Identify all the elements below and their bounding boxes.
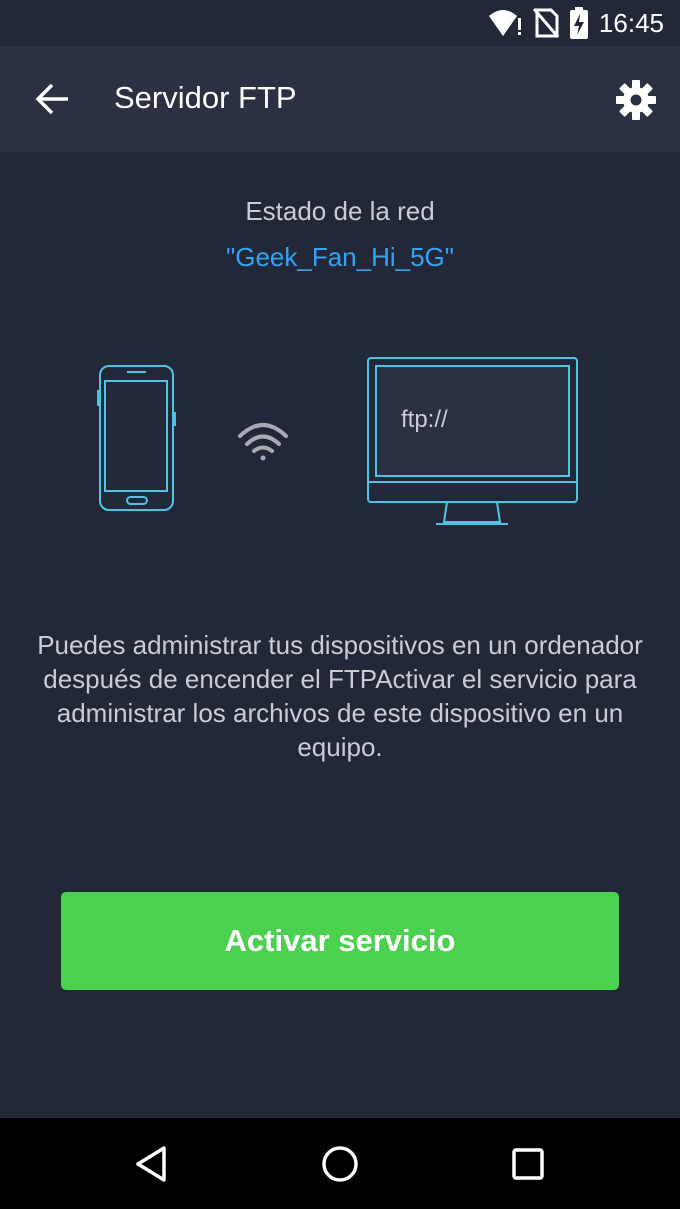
app-bar: Servidor FTP: [0, 46, 680, 152]
page-title: Servidor FTP: [114, 80, 297, 115]
phone-icon: [97, 365, 176, 511]
status-icons: 16:45: [487, 6, 664, 40]
network-status-label: Estado de la red: [245, 196, 435, 226]
status-bar: 16:45: [0, 0, 680, 46]
status-time: 16:45: [598, 7, 664, 38]
wifi-icon: [238, 423, 288, 461]
settings-button[interactable]: [612, 76, 660, 124]
gear-icon: [616, 80, 656, 120]
nav-recents-button[interactable]: [506, 1142, 550, 1186]
wifi-alert-icon: [488, 10, 521, 36]
ftp-illustration: ftp://: [97, 357, 578, 525]
back-button[interactable]: [28, 76, 78, 122]
description-text: Puedes administrar tus dispositivos en u…: [37, 630, 643, 762]
monitor-text: ftp://: [401, 406, 448, 433]
network-name: "Geek_Fan_Hi_5G": [225, 242, 455, 272]
activate-service-button[interactable]: Activar servicio: [61, 892, 619, 990]
arrow-left-icon: [35, 83, 68, 115]
nav-home-button[interactable]: [318, 1142, 362, 1186]
no-sim-icon: [532, 8, 559, 38]
battery-charging-icon: [569, 7, 588, 39]
back-triangle-icon: [136, 1146, 166, 1182]
home-circle-icon: [322, 1146, 358, 1182]
nav-back-button[interactable]: [130, 1142, 174, 1186]
navigation-bar: [0, 1118, 680, 1209]
recents-square-icon: [512, 1148, 544, 1180]
monitor-icon: [367, 357, 578, 525]
